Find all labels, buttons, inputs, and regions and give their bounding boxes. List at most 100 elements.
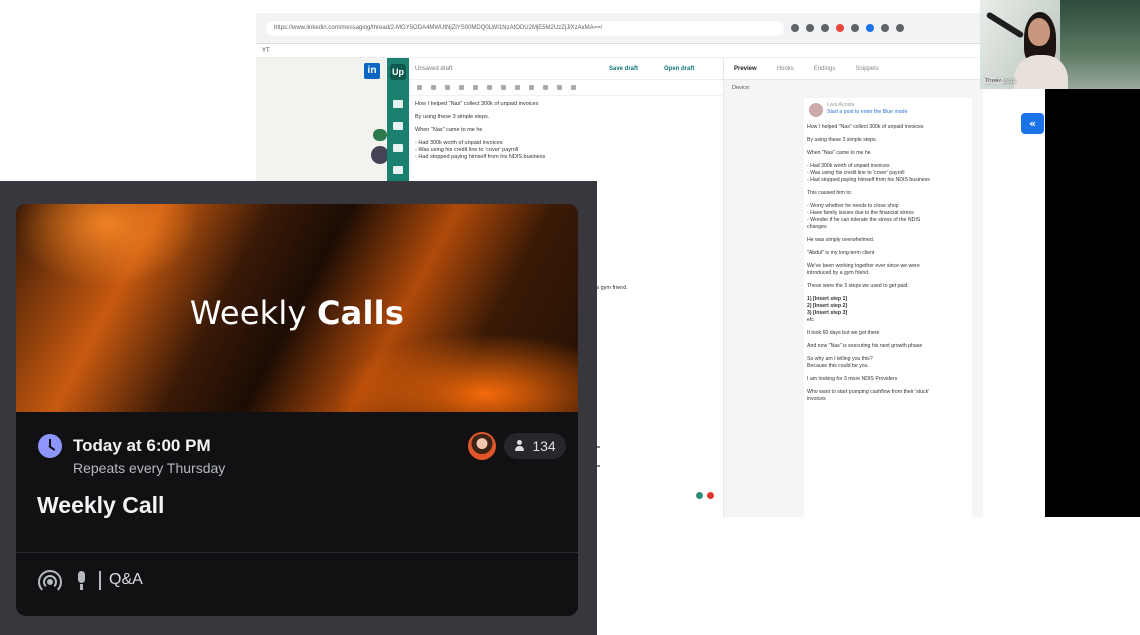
preview-line: So why am I telling you this?: [807, 356, 873, 362]
extension-icons: [791, 24, 904, 32]
author-subtitle: Start a post to enter the Blue mode: [827, 109, 908, 115]
ai-icon[interactable]: [571, 85, 576, 90]
host-avatar[interactable]: [468, 432, 496, 460]
preview-line: - Had stopped paying himself from his ND…: [807, 177, 930, 183]
zoom-icon[interactable]: [791, 24, 799, 32]
editor-content[interactable]: How I helped "Nas" collect 300k of unpai…: [409, 96, 723, 166]
preview-line: He was simply overwhelmed.: [807, 237, 875, 243]
presenter-face: [1028, 18, 1050, 46]
side-panel: [983, 89, 1045, 517]
editor-line: When "Nas" came to me he: [415, 127, 483, 133]
preview-tabs: Preview Hooks Endings Snippets: [724, 58, 983, 80]
bookmark-item[interactable]: YT: [262, 48, 270, 54]
tab-snippets[interactable]: Snippets: [855, 66, 878, 72]
preview-line: invoices: [807, 396, 826, 402]
clear-icon[interactable]: [445, 85, 450, 90]
bold-icon[interactable]: [459, 85, 464, 90]
pen-icon[interactable]: [393, 100, 403, 108]
address-bar[interactable]: https://www.linkedin.com/messaging/threa…: [266, 21, 784, 36]
editor-status-icons: [696, 492, 714, 499]
preview-line: How I helped "Nas" collect 300k of unpai…: [807, 124, 924, 130]
preview-line: These were the 3 steps we used to get pa…: [807, 283, 909, 289]
strikethrough-icon[interactable]: [487, 85, 492, 90]
preview-line: - Worry whether he needs to close shop: [807, 203, 899, 209]
list-icon[interactable]: [393, 122, 403, 130]
separator: [99, 571, 101, 590]
event-banner: Weekly Calls: [16, 204, 578, 412]
extension-icon[interactable]: [821, 24, 829, 32]
webcam-background: [1060, 0, 1140, 89]
clock-icon: [38, 434, 62, 458]
open-draft-button[interactable]: Open draft: [664, 66, 694, 72]
editor-header: Unsaved draft Save draft Open draft: [409, 58, 723, 80]
author-name: Lara Acosta: [827, 102, 855, 108]
preview-line: And now "Nas" is executing his next grow…: [807, 343, 923, 349]
star-icon[interactable]: [806, 24, 814, 32]
interested-count: 134: [532, 438, 556, 454]
tab-preview[interactable]: Preview: [734, 66, 757, 72]
preview-line: By using these 3 simple steps.: [807, 137, 878, 143]
event-card[interactable]: Weekly Calls Today at 6:00 PM Repeats ev…: [16, 204, 578, 616]
video-black-area: [1045, 89, 1140, 517]
code-icon[interactable]: [515, 85, 520, 90]
extension-logo-icon[interactable]: Up: [390, 64, 406, 80]
event-recurrence: Repeats every Thursday: [73, 460, 226, 476]
grid-icon[interactable]: [393, 166, 403, 174]
preview-line: We've been working together ever since w…: [807, 263, 920, 269]
preview-pane: Preview Hooks Endings Snippets Device: L…: [723, 58, 983, 517]
preview-line: Who want to start pumping cashflow from …: [807, 389, 930, 395]
record-icon[interactable]: [707, 492, 714, 499]
save-draft-button[interactable]: Save draft: [609, 66, 638, 72]
stage: https://www.linkedin.com/messaging/threa…: [0, 0, 1140, 635]
emoji-icon[interactable]: [529, 85, 534, 90]
banner-title-bold: Calls: [317, 294, 405, 332]
presenter-body: [1014, 55, 1068, 89]
tab-hooks[interactable]: Hooks: [777, 66, 794, 72]
preview-line: 2) [Insert step 2]: [807, 303, 848, 309]
webcam-overlay: Thanks Lara Acosta: [980, 0, 1140, 89]
editor-line: a gym friend.: [596, 285, 628, 291]
preview-line: When "Nas" came to me he: [807, 150, 871, 156]
preview-line: - Had 300k worth of unpaid invoices: [807, 163, 890, 169]
device-label: Device:: [732, 85, 751, 91]
extension-icon[interactable]: [836, 24, 844, 32]
presenter-name: Lara Acosta: [984, 79, 1016, 85]
device-selector: Device:: [724, 80, 983, 98]
extension-icon[interactable]: [881, 24, 889, 32]
microphone-arm: [985, 11, 1025, 39]
editor-line: - Was using his credit line to 'cover' p…: [415, 147, 519, 153]
italic-icon[interactable]: [473, 85, 478, 90]
browser-toolbar: https://www.linkedin.com/messaging/threa…: [256, 13, 983, 44]
underline-icon[interactable]: [501, 85, 506, 90]
post-preview-card: Lara Acosta Start a post to enter the Bl…: [804, 98, 972, 517]
extension-icon[interactable]: [866, 24, 874, 32]
preview-line: - Wonder if he can tolerate the stress o…: [807, 217, 921, 223]
undo-icon[interactable]: [417, 85, 422, 90]
author-avatar: [809, 103, 823, 117]
list-icon[interactable]: [543, 85, 548, 90]
event-card-frame: Weekly Calls Today at 6:00 PM Repeats ev…: [0, 181, 597, 635]
channel-name[interactable]: Q&A: [109, 571, 143, 589]
collapse-panel-button[interactable]: «: [1021, 113, 1044, 134]
redo-icon[interactable]: [431, 85, 436, 90]
extension-icon[interactable]: [896, 24, 904, 32]
banner-title: Weekly Calls: [16, 294, 578, 332]
tab-endings[interactable]: Endings: [814, 66, 836, 72]
linkedin-logo-icon[interactable]: in: [364, 63, 380, 79]
preview-line: 1) [Insert step 1]: [807, 296, 848, 302]
divider: [16, 552, 578, 553]
extension-icon[interactable]: [851, 24, 859, 32]
post-author: Lara Acosta Start a post to enter the Bl…: [807, 102, 969, 124]
location-icon[interactable]: [696, 492, 703, 499]
banner-title-regular: Weekly: [189, 294, 307, 332]
draft-status: Unsaved draft: [415, 66, 453, 72]
template-icon[interactable]: [393, 144, 403, 152]
editor-line: - Had stopped paying himself from his ND…: [415, 154, 546, 160]
preview-line: This caused him to:: [807, 190, 852, 196]
interested-count-button[interactable]: 134: [504, 433, 566, 459]
preview-line: Because this could be you.: [807, 363, 870, 369]
numbered-list-icon[interactable]: [557, 85, 562, 90]
editor-line: - Had 300k worth of unpaid invoices: [415, 140, 503, 146]
people-icon: [514, 440, 526, 452]
editor-line: By using these 3 simple steps.: [415, 114, 490, 120]
